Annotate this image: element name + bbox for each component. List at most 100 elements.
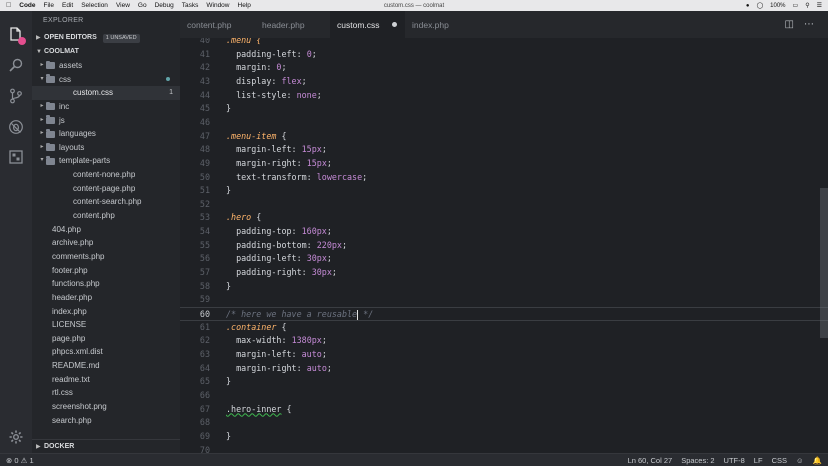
code-line[interactable]: 52 (180, 198, 828, 212)
file-item[interactable]: 404.php (32, 223, 180, 237)
unsaved-dot-icon[interactable] (392, 22, 397, 27)
line-number[interactable]: 58 (180, 280, 210, 294)
code-line[interactable]: 50 text-transform: lowercase; (180, 171, 828, 185)
extensions-icon[interactable] (6, 147, 26, 167)
code-line[interactable]: 62 max-width: 1380px; (180, 334, 828, 348)
file-item[interactable]: LICENSE (32, 318, 180, 332)
file-item[interactable]: screenshot.png (32, 400, 180, 414)
line-number[interactable]: 54 (180, 225, 210, 239)
file-item[interactable]: footer.php (32, 264, 180, 278)
file-item[interactable]: search.php (32, 414, 180, 428)
menu-list-icon[interactable]: ☰ (817, 2, 822, 9)
menu-selection[interactable]: Selection (81, 2, 108, 9)
split-editor-icon[interactable]: ◫ (785, 19, 794, 30)
line-number[interactable]: 52 (180, 198, 210, 212)
code-line[interactable]: 43 display: flex; (180, 75, 828, 89)
code-line[interactable]: 63 margin-left: auto; (180, 348, 828, 362)
code-line[interactable]: 57 padding-right: 30px; (180, 266, 828, 280)
menu-tasks[interactable]: Tasks (182, 2, 199, 9)
code-line[interactable]: 47 .menu-item { (180, 130, 828, 144)
line-number[interactable]: 46 (180, 116, 210, 130)
feedback-icon[interactable]: ☺ (796, 456, 804, 465)
line-number[interactable]: 56 (180, 252, 210, 266)
menu-window[interactable]: Window (206, 2, 229, 9)
language-mode[interactable]: CSS (772, 456, 787, 465)
indentation[interactable]: Spaces: 2 (681, 456, 714, 465)
code-line[interactable]: 40 .menu { (180, 38, 828, 48)
tab-content-php[interactable]: content.php (180, 11, 255, 38)
line-number[interactable]: 53 (180, 211, 210, 225)
line-number[interactable]: 45 (180, 102, 210, 116)
code-line[interactable]: 67 .hero-inner { (180, 403, 828, 417)
encoding[interactable]: UTF-8 (724, 456, 745, 465)
open-editors-section[interactable]: ▶ OPEN EDITORS 1 UNSAVED (32, 31, 180, 45)
menu-app-name[interactable]: Code (19, 2, 35, 9)
file-item[interactable]: readme.txt (32, 373, 180, 387)
line-number[interactable]: 64 (180, 362, 210, 376)
file-item[interactable]: custom.css 1 (32, 86, 180, 100)
explorer-files-icon[interactable] (6, 25, 26, 45)
code-line[interactable]: 70 (180, 444, 828, 454)
code-line[interactable]: 44 list-style: none; (180, 89, 828, 103)
line-number[interactable]: 41 (180, 48, 210, 62)
warnings-icon[interactable]: ⚠ (21, 456, 28, 465)
line-number[interactable]: 55 (180, 239, 210, 253)
line-number[interactable]: 42 (180, 61, 210, 75)
line-number[interactable]: 59 (180, 293, 210, 307)
code-editor[interactable]: 40 .menu {41 padding-left: 0; 42 margin: 0… (180, 38, 828, 453)
line-number[interactable]: 63 (180, 348, 210, 362)
line-number[interactable]: 47 (180, 130, 210, 144)
line-number[interactable]: 44 (180, 89, 210, 103)
file-item[interactable]: phpcs.xml.dist (32, 345, 180, 359)
code-line[interactable]: 41 padding-left: 0; (180, 48, 828, 62)
line-number[interactable]: 50 (180, 171, 210, 185)
wifi-icon[interactable]: ◯ (756, 2, 763, 9)
file-item[interactable]: rtl.css (32, 386, 180, 400)
warnings-count[interactable]: 1 (29, 456, 33, 465)
bluetooth-icon[interactable]: ● (746, 3, 750, 9)
line-number[interactable]: 51 (180, 184, 210, 198)
code-line[interactable]: 60 /* here we have a reusable */ (180, 307, 828, 321)
code-line[interactable]: 65} (180, 375, 828, 389)
code-line[interactable]: 54 padding-top: 160px; (180, 225, 828, 239)
more-actions-icon[interactable]: ⋯ (804, 19, 814, 30)
code-line[interactable]: 64 margin-right: auto; (180, 362, 828, 376)
project-section[interactable]: ▼ COOLMAT (32, 45, 180, 59)
search-icon[interactable]: ⚲ (805, 2, 809, 9)
code-line[interactable]: 48 margin-left: 15px; (180, 143, 828, 157)
file-item[interactable]: content-none.php (32, 168, 180, 182)
code-line[interactable]: 55 padding-bottom: 220px; (180, 239, 828, 253)
docker-section[interactable]: ▶ DOCKER (32, 439, 180, 453)
search-icon[interactable] (6, 55, 26, 75)
file-item[interactable]: archive.php (32, 236, 180, 250)
file-item[interactable]: content-search.php (32, 195, 180, 209)
folder-item[interactable]: ▸ inc (32, 100, 180, 114)
line-number[interactable]: 62 (180, 334, 210, 348)
menu-help[interactable]: Help (238, 2, 251, 9)
file-item[interactable]: content-page.php (32, 182, 180, 196)
gear-icon[interactable] (6, 427, 26, 447)
debug-icon[interactable] (6, 117, 26, 137)
file-item[interactable]: comments.php (32, 250, 180, 264)
tab-index-php[interactable]: index.php (405, 11, 480, 38)
battery-percent[interactable]: 100% (770, 3, 785, 9)
folder-item[interactable]: ▸ layouts (32, 141, 180, 155)
code-line[interactable]: 61 .container { (180, 321, 828, 335)
folder-item[interactable]: ▸ languages (32, 127, 180, 141)
menu-edit[interactable]: Edit (62, 2, 73, 9)
errors-count[interactable]: 0 (14, 456, 18, 465)
code-line[interactable]: 66 (180, 389, 828, 403)
file-item[interactable]: content.php (32, 209, 180, 223)
errors-icon[interactable]: ⊗ (6, 456, 12, 465)
menu-view[interactable]: View (116, 2, 130, 9)
cursor-position[interactable]: Ln 60, Col 27 (628, 456, 673, 465)
code-line[interactable]: 45} (180, 102, 828, 116)
code-line[interactable]: 53 .hero { (180, 211, 828, 225)
tab-header-php[interactable]: header.php (255, 11, 330, 38)
file-item[interactable]: functions.php (32, 277, 180, 291)
line-number[interactable]: 69 (180, 430, 210, 444)
code-line[interactable]: 49 margin-right: 15px; (180, 157, 828, 171)
file-item[interactable]: page.php (32, 332, 180, 346)
line-number[interactable]: 60 (180, 308, 210, 322)
apple-icon[interactable]:  (6, 2, 11, 9)
